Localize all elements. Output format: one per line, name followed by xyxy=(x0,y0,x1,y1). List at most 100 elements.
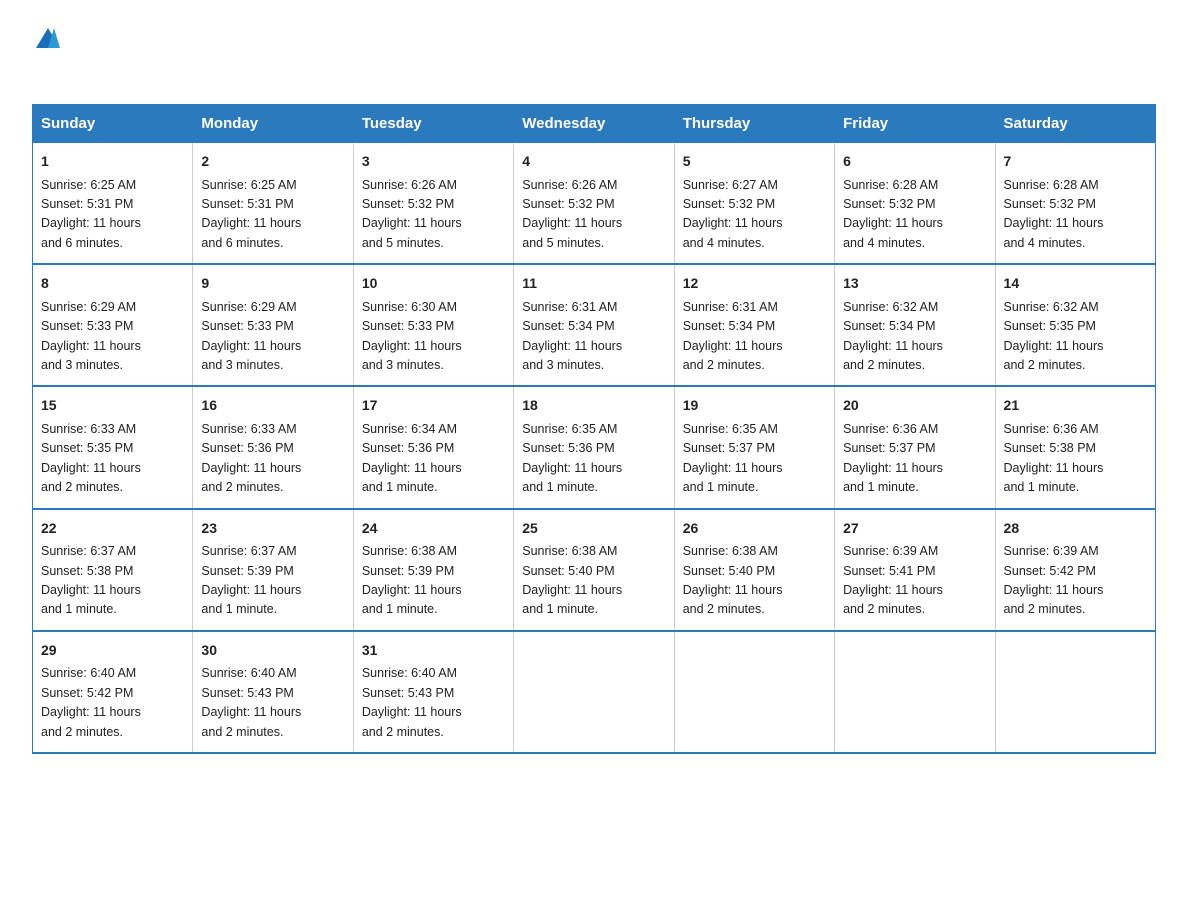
day-info: Sunrise: 6:26 AMSunset: 5:32 PMDaylight:… xyxy=(522,178,622,250)
day-info: Sunrise: 6:38 AMSunset: 5:40 PMDaylight:… xyxy=(522,544,622,616)
calendar-cell: 8 Sunrise: 6:29 AMSunset: 5:33 PMDaylight… xyxy=(33,264,193,386)
calendar-cell: 18 Sunrise: 6:35 AMSunset: 5:36 PMDayligh… xyxy=(514,386,674,508)
calendar-cell: 6 Sunrise: 6:28 AMSunset: 5:32 PMDaylight… xyxy=(835,143,995,265)
calendar-cell xyxy=(674,631,834,753)
day-number: 30 xyxy=(201,640,344,662)
day-info: Sunrise: 6:29 AMSunset: 5:33 PMDaylight:… xyxy=(41,300,141,372)
day-number: 6 xyxy=(843,151,986,173)
day-info: Sunrise: 6:27 AMSunset: 5:32 PMDaylight:… xyxy=(683,178,783,250)
day-number: 23 xyxy=(201,518,344,540)
day-info: Sunrise: 6:33 AMSunset: 5:36 PMDaylight:… xyxy=(201,422,301,494)
day-info: Sunrise: 6:31 AMSunset: 5:34 PMDaylight:… xyxy=(683,300,783,372)
column-header-sunday: Sunday xyxy=(33,105,193,143)
calendar-cell xyxy=(514,631,674,753)
day-info: Sunrise: 6:37 AMSunset: 5:38 PMDaylight:… xyxy=(41,544,141,616)
day-number: 24 xyxy=(362,518,505,540)
day-info: Sunrise: 6:40 AMSunset: 5:43 PMDaylight:… xyxy=(201,666,301,738)
calendar-cell: 23 Sunrise: 6:37 AMSunset: 5:39 PMDayligh… xyxy=(193,509,353,631)
day-number: 20 xyxy=(843,395,986,417)
calendar-cell: 11 Sunrise: 6:31 AMSunset: 5:34 PMDayligh… xyxy=(514,264,674,386)
column-header-tuesday: Tuesday xyxy=(353,105,513,143)
calendar-week-row: 29 Sunrise: 6:40 AMSunset: 5:42 PMDayligh… xyxy=(33,631,1156,753)
day-info: Sunrise: 6:39 AMSunset: 5:42 PMDaylight:… xyxy=(1004,544,1104,616)
day-info: Sunrise: 6:25 AMSunset: 5:31 PMDaylight:… xyxy=(41,178,141,250)
day-number: 18 xyxy=(522,395,665,417)
day-info: Sunrise: 6:25 AMSunset: 5:31 PMDaylight:… xyxy=(201,178,301,250)
calendar-header-row: SundayMondayTuesdayWednesdayThursdayFrid… xyxy=(33,105,1156,143)
calendar-cell: 5 Sunrise: 6:27 AMSunset: 5:32 PMDaylight… xyxy=(674,143,834,265)
day-number: 28 xyxy=(1004,518,1147,540)
day-info: Sunrise: 6:26 AMSunset: 5:32 PMDaylight:… xyxy=(362,178,462,250)
calendar-cell: 20 Sunrise: 6:36 AMSunset: 5:37 PMDayligh… xyxy=(835,386,995,508)
day-number: 27 xyxy=(843,518,986,540)
calendar-week-row: 1 Sunrise: 6:25 AMSunset: 5:31 PMDaylight… xyxy=(33,143,1156,265)
column-header-friday: Friday xyxy=(835,105,995,143)
day-number: 16 xyxy=(201,395,344,417)
column-header-wednesday: Wednesday xyxy=(514,105,674,143)
day-info: Sunrise: 6:35 AMSunset: 5:36 PMDaylight:… xyxy=(522,422,622,494)
calendar-cell: 13Sunrise: 6:32 AMSunset: 5:34 PMDayligh… xyxy=(835,264,995,386)
calendar-cell: 29 Sunrise: 6:40 AMSunset: 5:42 PMDayligh… xyxy=(33,631,193,753)
day-number: 4 xyxy=(522,151,665,173)
calendar-cell: 17Sunrise: 6:34 AMSunset: 5:36 PMDayligh… xyxy=(353,386,513,508)
day-number: 22 xyxy=(41,518,184,540)
calendar-cell: 21Sunrise: 6:36 AMSunset: 5:38 PMDayligh… xyxy=(995,386,1155,508)
calendar-cell: 24 Sunrise: 6:38 AMSunset: 5:39 PMDayligh… xyxy=(353,509,513,631)
day-info: Sunrise: 6:31 AMSunset: 5:34 PMDaylight:… xyxy=(522,300,622,372)
calendar-cell xyxy=(995,631,1155,753)
day-info: Sunrise: 6:28 AMSunset: 5:32 PMDaylight:… xyxy=(1004,178,1104,250)
day-info: Sunrise: 6:35 AMSunset: 5:37 PMDaylight:… xyxy=(683,422,783,494)
day-number: 8 xyxy=(41,273,184,295)
logo-wordmark xyxy=(32,24,62,84)
day-number: 9 xyxy=(201,273,344,295)
calendar-cell: 26Sunrise: 6:38 AMSunset: 5:40 PMDayligh… xyxy=(674,509,834,631)
calendar-cell: 4 Sunrise: 6:26 AMSunset: 5:32 PMDaylight… xyxy=(514,143,674,265)
column-header-saturday: Saturday xyxy=(995,105,1155,143)
day-info: Sunrise: 6:38 AMSunset: 5:39 PMDaylight:… xyxy=(362,544,462,616)
day-number: 11 xyxy=(522,273,665,295)
day-info: Sunrise: 6:28 AMSunset: 5:32 PMDaylight:… xyxy=(843,178,943,250)
calendar-week-row: 8 Sunrise: 6:29 AMSunset: 5:33 PMDaylight… xyxy=(33,264,1156,386)
day-info: Sunrise: 6:33 AMSunset: 5:35 PMDaylight:… xyxy=(41,422,141,494)
day-number: 5 xyxy=(683,151,826,173)
day-number: 12 xyxy=(683,273,826,295)
logo xyxy=(32,24,62,84)
day-info: Sunrise: 6:40 AMSunset: 5:42 PMDaylight:… xyxy=(41,666,141,738)
day-info: Sunrise: 6:29 AMSunset: 5:33 PMDaylight:… xyxy=(201,300,301,372)
calendar-cell: 14Sunrise: 6:32 AMSunset: 5:35 PMDayligh… xyxy=(995,264,1155,386)
day-number: 1 xyxy=(41,151,184,173)
day-info: Sunrise: 6:32 AMSunset: 5:35 PMDaylight:… xyxy=(1004,300,1104,372)
day-info: Sunrise: 6:36 AMSunset: 5:37 PMDaylight:… xyxy=(843,422,943,494)
day-number: 17 xyxy=(362,395,505,417)
calendar-cell: 19Sunrise: 6:35 AMSunset: 5:37 PMDayligh… xyxy=(674,386,834,508)
day-number: 25 xyxy=(522,518,665,540)
day-number: 3 xyxy=(362,151,505,173)
day-number: 29 xyxy=(41,640,184,662)
column-header-thursday: Thursday xyxy=(674,105,834,143)
calendar-cell: 30 Sunrise: 6:40 AMSunset: 5:43 PMDayligh… xyxy=(193,631,353,753)
calendar-cell xyxy=(835,631,995,753)
day-number: 15 xyxy=(41,395,184,417)
calendar-cell: 25 Sunrise: 6:38 AMSunset: 5:40 PMDayligh… xyxy=(514,509,674,631)
calendar-cell: 16 Sunrise: 6:33 AMSunset: 5:36 PMDayligh… xyxy=(193,386,353,508)
calendar-cell: 7Sunrise: 6:28 AMSunset: 5:32 PMDaylight… xyxy=(995,143,1155,265)
logo-icon xyxy=(34,24,62,52)
day-info: Sunrise: 6:40 AMSunset: 5:43 PMDaylight:… xyxy=(362,666,462,738)
calendar-cell: 1 Sunrise: 6:25 AMSunset: 5:31 PMDaylight… xyxy=(33,143,193,265)
calendar-cell: 15 Sunrise: 6:33 AMSunset: 5:35 PMDayligh… xyxy=(33,386,193,508)
day-number: 26 xyxy=(683,518,826,540)
day-number: 13 xyxy=(843,273,986,295)
day-number: 10 xyxy=(362,273,505,295)
page-header xyxy=(32,24,1156,84)
calendar-table: SundayMondayTuesdayWednesdayThursdayFrid… xyxy=(32,104,1156,754)
calendar-week-row: 22 Sunrise: 6:37 AMSunset: 5:38 PMDayligh… xyxy=(33,509,1156,631)
calendar-cell: 12 Sunrise: 6:31 AMSunset: 5:34 PMDayligh… xyxy=(674,264,834,386)
day-info: Sunrise: 6:37 AMSunset: 5:39 PMDaylight:… xyxy=(201,544,301,616)
calendar-cell: 2 Sunrise: 6:25 AMSunset: 5:31 PMDaylight… xyxy=(193,143,353,265)
calendar-cell: 9 Sunrise: 6:29 AMSunset: 5:33 PMDaylight… xyxy=(193,264,353,386)
day-number: 2 xyxy=(201,151,344,173)
day-number: 31 xyxy=(362,640,505,662)
column-header-monday: Monday xyxy=(193,105,353,143)
day-number: 21 xyxy=(1004,395,1147,417)
calendar-cell: 3 Sunrise: 6:26 AMSunset: 5:32 PMDaylight… xyxy=(353,143,513,265)
